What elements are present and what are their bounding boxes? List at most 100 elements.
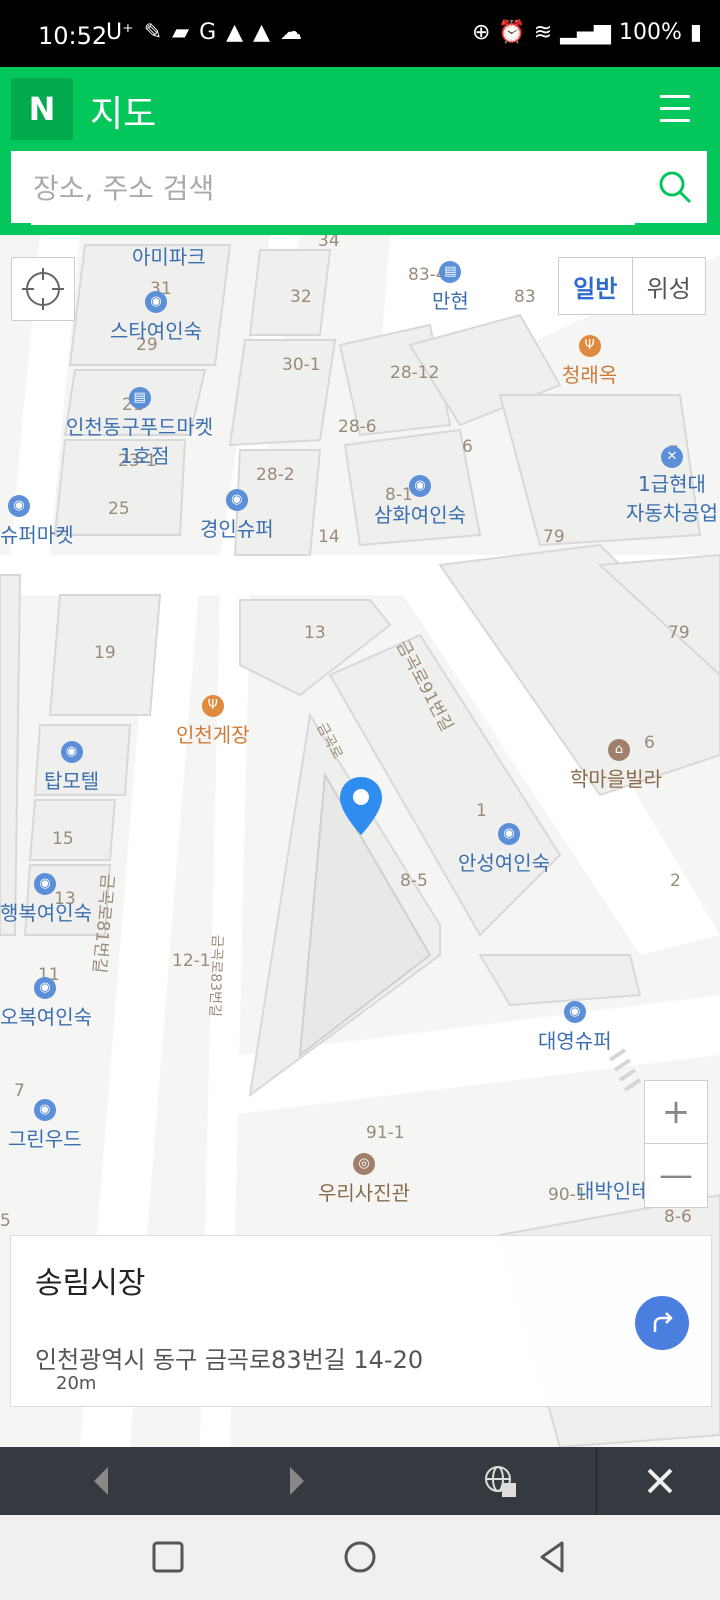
directions-button[interactable]	[635, 1296, 689, 1350]
poi-greenwood[interactable]: ◉ 그린우드	[8, 1099, 82, 1152]
lot-label: 12-1	[172, 951, 211, 971]
lodging-icon: ◉	[145, 291, 167, 313]
poi-chungraeok[interactable]: Ψ 청래옥	[562, 335, 617, 388]
lot-label: 2	[670, 871, 681, 891]
directions-icon	[653, 1312, 673, 1332]
poi-supermarket[interactable]: ◉ 슈퍼마켓	[0, 495, 74, 548]
building-icon: ▤	[439, 261, 462, 283]
poi-label-2: 1호점	[120, 444, 170, 468]
notification-icons: U⁺ ✎ ▰ G ▲ ▲ ☁	[106, 20, 302, 45]
forward-button[interactable]	[268, 1447, 328, 1515]
battery-level: 100%	[618, 20, 682, 45]
poi-label: 1급현대	[638, 471, 706, 496]
zoom-out-button[interactable]: —	[645, 1144, 707, 1206]
signal-icon: ▂▄▆	[560, 20, 611, 45]
poi-label: 청래옥	[562, 363, 618, 387]
poi-manhyun[interactable]: ▤ 만현	[432, 261, 469, 314]
lot-label: 14	[318, 527, 340, 547]
status-bar: 10:52 U⁺ ✎ ▰ G ▲ ▲ ☁ ⊕ ⏰ ≋ ▂▄▆ 100% ▮	[0, 0, 720, 67]
map-type-toggle: 일반 위성	[558, 257, 706, 315]
map-view[interactable]: 34 32 83-4 83 30-1 28-12 28-6 6 28-2 8-1…	[0, 235, 720, 1447]
lodging-icon: ◉	[409, 475, 431, 497]
place-name: 송림시장	[35, 1266, 146, 1301]
menu-icon[interactable]	[660, 95, 690, 123]
poi-kyunginsuper[interactable]: ◉ 경인슈퍼	[200, 489, 274, 542]
lodging-icon: ◉	[34, 873, 56, 895]
current-location-button[interactable]	[11, 257, 75, 321]
status-time: 10:52	[38, 22, 108, 50]
photo-icon: ◎	[353, 1153, 375, 1175]
lot-label: 28-6	[338, 417, 377, 437]
poi-label: 우리사진관	[318, 1181, 410, 1205]
system-icons: ⊕ ⏰ ≋ ▂▄▆ 100% ▮	[472, 20, 702, 45]
lot-label: 5	[0, 1211, 11, 1231]
lot-label: 79	[543, 527, 565, 547]
lot-label: 8-5	[400, 871, 428, 891]
poi-label: 만현	[432, 289, 469, 313]
poi-label: 슈퍼마켓	[0, 523, 74, 547]
poi-amipark[interactable]: 아미파크	[132, 241, 206, 270]
poi-daeyoung[interactable]: ◉ 대영슈퍼	[538, 1001, 612, 1054]
back-button[interactable]	[70, 1447, 130, 1515]
location-pin-icon[interactable]	[338, 775, 384, 837]
pill-icon: ✎	[143, 20, 163, 45]
home-icon: ⌂	[608, 739, 630, 761]
lodging-icon: ◉	[33, 1099, 56, 1121]
poi-label: 삼화여인숙	[374, 503, 466, 527]
header: N 지도	[0, 67, 720, 235]
search-icon[interactable]	[657, 169, 693, 205]
lodging-icon: ◉	[34, 977, 56, 999]
browser-toolbar	[0, 1447, 720, 1515]
lot-label: 34	[318, 235, 340, 251]
place-info-card[interactable]: 송림시장 인천광역시 동구 금곡로83번길 14-20	[10, 1235, 712, 1407]
poi-foodmarket[interactable]: ▤ 인천동구푸드마켓 1호점	[66, 387, 213, 469]
shop-icon: ◉	[225, 489, 248, 511]
close-icon	[647, 1468, 673, 1494]
poi-incheongejang[interactable]: Ψ 인천게장	[176, 695, 250, 748]
back-nav-icon[interactable]	[530, 1535, 574, 1579]
restaurant-icon: Ψ	[578, 335, 601, 357]
home-icon[interactable]	[338, 1535, 382, 1579]
poi-hakmaeul[interactable]: ⌂ 학마을빌라	[570, 739, 662, 792]
restaurant-icon: Ψ	[201, 695, 224, 717]
poi-haengbok[interactable]: ◉ 행복여인숙	[0, 873, 92, 926]
note-icon: ▰	[172, 20, 190, 45]
map-type-satellite[interactable]: 위성	[633, 258, 706, 314]
open-in-browser-button[interactable]	[470, 1447, 530, 1515]
lot-label: 15	[52, 829, 74, 849]
lot-label: 91-1	[366, 1123, 405, 1143]
recent-apps-icon[interactable]	[146, 1535, 190, 1579]
zoom-in-button[interactable]: +	[645, 1081, 707, 1144]
poi-hyundai[interactable]: ✕ 1급현대 자동차공업	[626, 443, 718, 526]
poi-tophotel[interactable]: ◉ 탑모텔	[44, 741, 99, 794]
poi-label: 대영슈퍼	[538, 1029, 612, 1053]
shop-icon: ◉	[563, 1001, 586, 1023]
store-icon: ▤	[128, 387, 151, 409]
close-button[interactable]	[630, 1447, 690, 1515]
poi-label: 그린우드	[8, 1127, 82, 1151]
poi-samhwa[interactable]: ◉ 삼화여인숙	[374, 475, 466, 528]
back-arrow-icon	[94, 1467, 108, 1495]
search-input[interactable]	[31, 151, 635, 225]
shop-icon: ◉	[8, 495, 30, 517]
lot-label: 25	[108, 499, 130, 519]
battery-icon: ▮	[689, 20, 702, 45]
carrier-icon: U⁺	[106, 20, 134, 45]
naver-logo[interactable]: N	[11, 78, 73, 140]
poi-uri[interactable]: ◎ 우리사진관	[318, 1153, 410, 1206]
cloud-icon: ☁	[279, 20, 302, 45]
lot-label: 28-12	[390, 363, 440, 383]
poi-label: 아미파크	[132, 245, 206, 269]
lot-label: 32	[290, 287, 312, 307]
poi-anseong[interactable]: ◉ 안성여인숙	[458, 823, 550, 876]
data-saver-icon: ⊕	[471, 20, 491, 45]
search-box[interactable]	[11, 151, 707, 225]
repair-icon: ✕	[661, 445, 683, 468]
poi-obok[interactable]: ◉ 오복여인숙	[0, 977, 92, 1030]
lot-label: 6	[462, 437, 473, 457]
poi-label: 학마을빌라	[570, 767, 662, 791]
road-label: 금곡로83번길	[206, 934, 226, 1018]
map-type-normal[interactable]: 일반	[559, 258, 633, 314]
poi-starinn[interactable]: ◉ 스타여인숙	[110, 291, 202, 344]
poi-label: 스타여인숙	[110, 319, 202, 343]
